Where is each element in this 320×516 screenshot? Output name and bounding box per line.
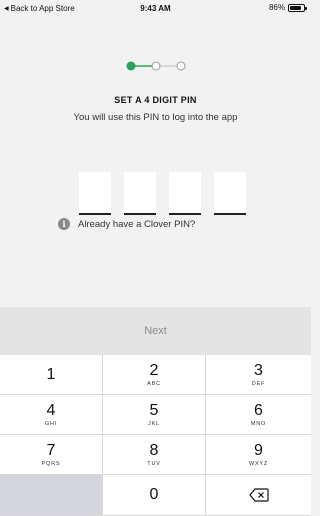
key-5[interactable]: 5 JKL bbox=[103, 395, 206, 435]
key-letters: TUV bbox=[147, 460, 161, 467]
battery-status: 86% bbox=[268, 3, 307, 12]
page-subtitle: You will use this PIN to log into the ap… bbox=[73, 112, 238, 123]
next-button-label: Next bbox=[144, 325, 167, 337]
key-letters: ABC bbox=[147, 380, 161, 387]
numeric-keypad: 1 2 ABC 3 DEF 4 GHI 5 JKL 6 MNO 7 PQRS 8… bbox=[0, 355, 311, 516]
step-dot-2 bbox=[151, 61, 161, 71]
key-6[interactable]: 6 MNO bbox=[206, 395, 311, 435]
next-button[interactable]: Next bbox=[0, 307, 311, 355]
battery-fill bbox=[290, 5, 302, 10]
pin-digit-2[interactable] bbox=[124, 172, 156, 215]
info-icon: i bbox=[58, 218, 70, 230]
key-8[interactable]: 8 TUV bbox=[103, 435, 206, 475]
key-letters: GHI bbox=[44, 420, 58, 427]
key-letters: WXYZ bbox=[248, 460, 269, 467]
status-bar: ◀ Back to App Store 9:43 AM 86% bbox=[0, 0, 311, 18]
key-9[interactable]: 9 WXYZ bbox=[206, 435, 311, 475]
key-blank bbox=[0, 475, 103, 516]
key-letters: PQRS bbox=[41, 460, 61, 467]
key-7[interactable]: 7 PQRS bbox=[0, 435, 103, 475]
pin-digit-1[interactable] bbox=[79, 172, 111, 215]
battery-icon bbox=[288, 3, 307, 12]
key-letters: DEF bbox=[251, 380, 266, 387]
pin-digit-3[interactable] bbox=[169, 172, 201, 215]
key-digit: 8 bbox=[149, 441, 159, 459]
battery-percent: 86% bbox=[268, 3, 285, 12]
page-title: SET A 4 DIGIT PIN bbox=[114, 95, 197, 105]
delete-key[interactable] bbox=[206, 475, 311, 516]
pin-digit-4[interactable] bbox=[214, 172, 246, 215]
existing-pin-text: Already have a Clover PIN? bbox=[78, 218, 196, 230]
battery-cap bbox=[305, 6, 307, 10]
key-1[interactable]: 1 bbox=[0, 355, 103, 395]
key-digit: 0 bbox=[149, 486, 159, 503]
key-letters: JKL bbox=[148, 420, 160, 427]
key-digit: 6 bbox=[254, 401, 263, 419]
status-time: 9:43 AM bbox=[140, 4, 171, 13]
key-3[interactable]: 3 DEF bbox=[206, 355, 311, 395]
backspace-icon bbox=[248, 488, 269, 502]
existing-pin-link[interactable]: i Already have a Clover PIN? bbox=[58, 218, 195, 230]
key-letters: MNO bbox=[250, 420, 267, 427]
key-digit: 2 bbox=[149, 361, 159, 379]
step-dot-1 bbox=[126, 61, 136, 71]
key-digit: 1 bbox=[46, 365, 56, 383]
key-digit: 7 bbox=[46, 441, 56, 459]
step-indicator bbox=[125, 60, 187, 72]
step-indicator-graphic bbox=[126, 61, 186, 71]
pin-input-group[interactable] bbox=[79, 172, 246, 215]
key-4[interactable]: 4 GHI bbox=[0, 395, 103, 435]
key-0[interactable]: 0 bbox=[103, 475, 206, 516]
key-digit: 5 bbox=[149, 401, 159, 419]
key-2[interactable]: 2 ABC bbox=[103, 355, 206, 395]
key-digit: 4 bbox=[46, 401, 56, 419]
step-dot-3 bbox=[176, 61, 186, 71]
key-digit: 9 bbox=[254, 441, 263, 459]
key-digit: 3 bbox=[254, 361, 263, 379]
